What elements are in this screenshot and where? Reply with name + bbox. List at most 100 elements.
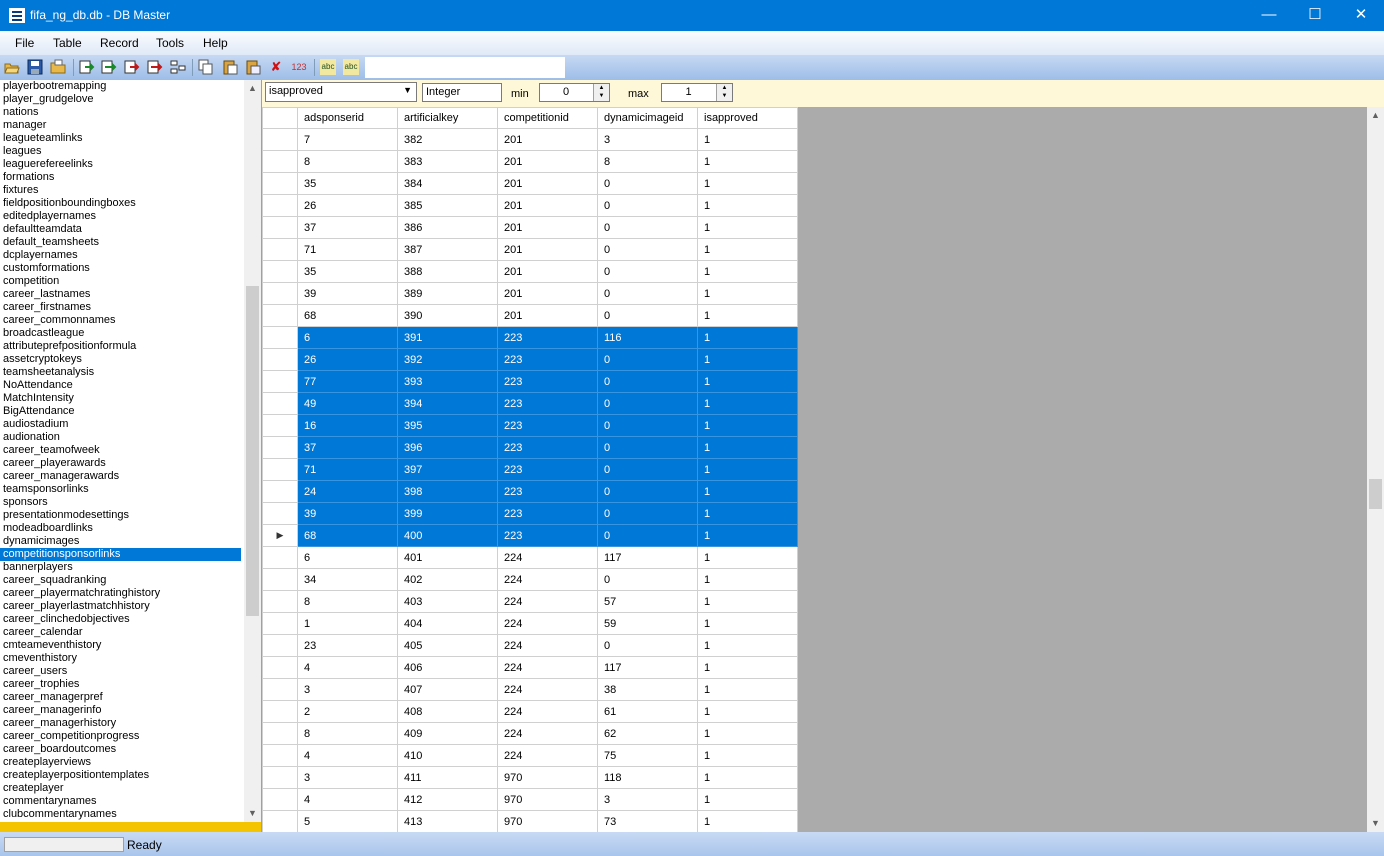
table-list-item[interactable]: createplayerpositiontemplates [0, 769, 244, 782]
cell-dynamicimageid[interactable]: 0 [597, 194, 698, 217]
menu-table[interactable]: Table [53, 36, 82, 50]
cell-adsponserid[interactable]: 37 [297, 216, 398, 239]
cell-competitionid[interactable]: 201 [497, 128, 598, 151]
table-list-item[interactable]: manager [0, 119, 244, 132]
cell-isapproved[interactable]: 1 [697, 590, 798, 613]
table-row[interactable]: 5 413 970 73 1 [262, 810, 798, 833]
table-list-item[interactable]: assetcryptokeys [0, 353, 244, 366]
table-list-item[interactable]: career_playerawards [0, 457, 244, 470]
cell-artificialkey[interactable]: 389 [397, 282, 498, 305]
table-list-item[interactable]: career_boardoutcomes [0, 743, 244, 756]
scroll-down-arrow-icon[interactable]: ▼ [244, 805, 261, 822]
cell-adsponserid[interactable]: 8 [297, 722, 398, 745]
cell-artificialkey[interactable]: 394 [397, 392, 498, 415]
maximize-button[interactable]: ☐ [1292, 0, 1338, 31]
cell-competitionid[interactable]: 224 [497, 700, 598, 723]
cell-artificialkey[interactable]: 413 [397, 810, 498, 833]
cell-adsponserid[interactable]: 26 [297, 348, 398, 371]
table-row[interactable]: 35 388 201 0 1 [262, 260, 798, 283]
table-list-item[interactable]: presentationmodesettings [0, 509, 244, 522]
cell-adsponserid[interactable]: 5 [297, 810, 398, 833]
table-list-item[interactable]: nations [0, 106, 244, 119]
cell-adsponserid[interactable]: 6 [297, 326, 398, 349]
cell-adsponserid[interactable]: 49 [297, 392, 398, 415]
cell-competitionid[interactable]: 223 [497, 458, 598, 481]
table-row[interactable]: 3 407 224 38 1 [262, 678, 798, 701]
cell-competitionid[interactable]: 223 [497, 524, 598, 547]
cell-dynamicimageid[interactable]: 0 [597, 238, 698, 261]
cell-isapproved[interactable]: 1 [697, 788, 798, 811]
scroll-thumb[interactable] [1369, 479, 1382, 509]
cell-adsponserid[interactable]: 16 [297, 414, 398, 437]
cell-dynamicimageid[interactable]: 75 [597, 744, 698, 767]
cell-isapproved[interactable]: 1 [697, 150, 798, 173]
cell-dynamicimageid[interactable]: 62 [597, 722, 698, 745]
row-header[interactable] [262, 194, 298, 217]
table-row[interactable]: 7 382 201 3 1 [262, 128, 798, 151]
cell-competitionid[interactable]: 201 [497, 194, 598, 217]
table-list-item[interactable]: career_firstnames [0, 301, 244, 314]
table-list-item[interactable]: leaguerefereelinks [0, 158, 244, 171]
table-list[interactable]: playerbootremapping player_grudgelove nati… [0, 80, 244, 822]
cell-adsponserid[interactable]: 71 [297, 458, 398, 481]
menu-help[interactable]: Help [203, 36, 228, 50]
cell-competitionid[interactable]: 224 [497, 678, 598, 701]
delete-icon[interactable]: ✘ [268, 59, 284, 75]
table-row[interactable]: 8 409 224 62 1 [262, 722, 798, 745]
row-header[interactable] [262, 722, 298, 745]
row-header[interactable] [262, 678, 298, 701]
cell-dynamicimageid[interactable]: 116 [597, 326, 698, 349]
cell-competitionid[interactable]: 224 [497, 546, 598, 569]
table-list-item[interactable]: createplayerviews [0, 756, 244, 769]
cell-isapproved[interactable]: 1 [697, 194, 798, 217]
table-row[interactable]: 3 411 970 118 1 [262, 766, 798, 789]
table-row[interactable]: 8 403 224 57 1 [262, 590, 798, 613]
table-row[interactable]: 4 406 224 117 1 [262, 656, 798, 679]
cell-isapproved[interactable]: 1 [697, 414, 798, 437]
cell-dynamicimageid[interactable]: 0 [597, 568, 698, 591]
cell-competitionid[interactable]: 970 [497, 788, 598, 811]
cell-isapproved[interactable]: 1 [697, 678, 798, 701]
row-header[interactable] [262, 260, 298, 283]
cell-artificialkey[interactable]: 391 [397, 326, 498, 349]
row-header[interactable] [262, 370, 298, 393]
cell-dynamicimageid[interactable]: 0 [597, 458, 698, 481]
table-list-item[interactable]: NoAttendance [0, 379, 244, 392]
table-list-item[interactable]: career_lastnames [0, 288, 244, 301]
cell-competitionid[interactable]: 223 [497, 392, 598, 415]
cell-isapproved[interactable]: 1 [697, 128, 798, 151]
cell-dynamicimageid[interactable]: 0 [597, 634, 698, 657]
cell-adsponserid[interactable]: 2 [297, 700, 398, 723]
row-header[interactable] [262, 150, 298, 173]
cell-competitionid[interactable]: 223 [497, 414, 598, 437]
table-list-item[interactable]: audiostadium [0, 418, 244, 431]
cell-adsponserid[interactable]: 39 [297, 282, 398, 305]
table-list-item[interactable]: sponsors [0, 496, 244, 509]
table-list-item[interactable]: career_playermatchratinghistory [0, 587, 244, 600]
table-row[interactable]: ▶ 68 400 223 0 1 [262, 524, 798, 547]
spell-check-alt-icon[interactable]: abc [343, 59, 359, 75]
cell-competitionid[interactable]: 201 [497, 282, 598, 305]
cell-dynamicimageid[interactable]: 0 [597, 370, 698, 393]
table-row[interactable]: 6 401 224 117 1 [262, 546, 798, 569]
open-icon[interactable] [4, 59, 20, 75]
table-list-item[interactable]: career_playerlastmatchhistory [0, 600, 244, 613]
cell-isapproved[interactable]: 1 [697, 524, 798, 547]
cell-adsponserid[interactable]: 8 [297, 590, 398, 613]
cell-dynamicimageid[interactable]: 0 [597, 304, 698, 327]
row-header[interactable] [262, 238, 298, 261]
cell-competitionid[interactable]: 970 [497, 810, 598, 833]
table-list-item[interactable]: leagues [0, 145, 244, 158]
cell-adsponserid[interactable]: 37 [297, 436, 398, 459]
table-list-item[interactable]: career_users [0, 665, 244, 678]
cell-isapproved[interactable]: 1 [697, 480, 798, 503]
table-list-item[interactable]: teamsponsorlinks [0, 483, 244, 496]
max-value[interactable]: 1 [662, 86, 715, 98]
cell-adsponserid[interactable]: 8 [297, 150, 398, 173]
column-header-competitionid[interactable]: competitionid [497, 107, 598, 129]
table-list-item[interactable]: MatchIntensity [0, 392, 244, 405]
row-header[interactable] [262, 788, 298, 811]
row-header-corner[interactable] [262, 107, 298, 129]
cell-artificialkey[interactable]: 411 [397, 766, 498, 789]
cell-competitionid[interactable]: 223 [497, 436, 598, 459]
